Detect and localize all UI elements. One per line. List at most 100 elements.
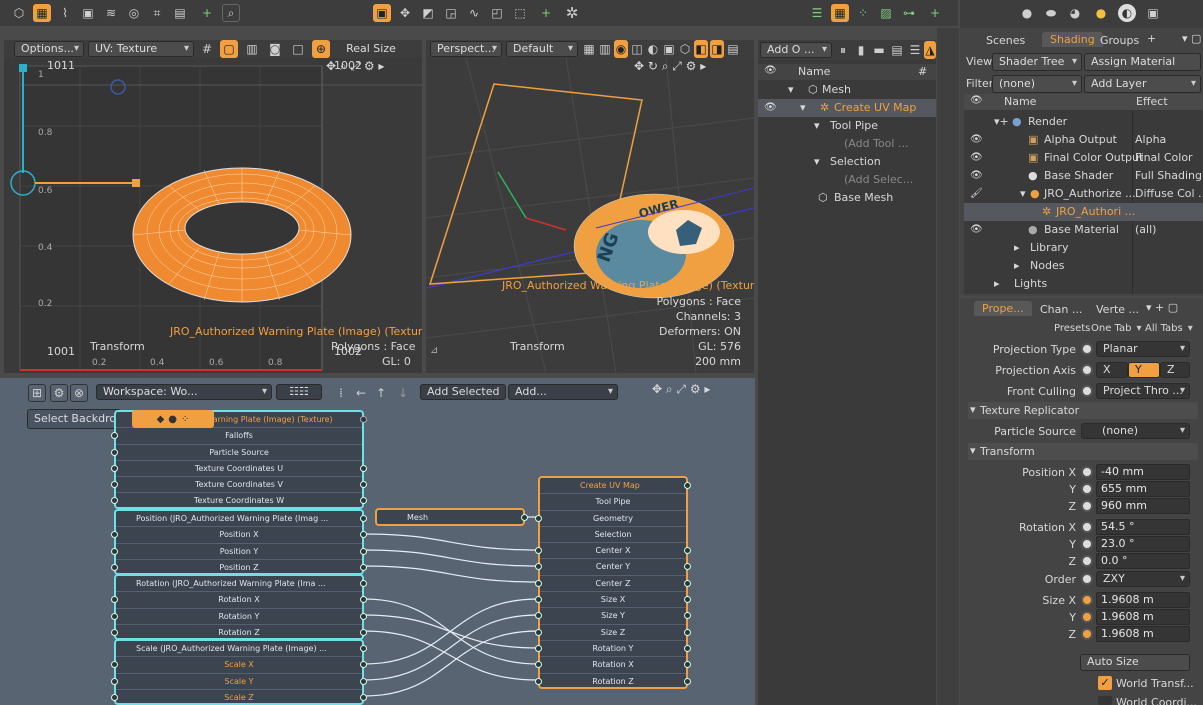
link-icon[interactable] bbox=[1081, 628, 1093, 640]
position-node[interactable]: Position (JRO_Authorized Warning Plate (… bbox=[111, 509, 367, 575]
drop-icon[interactable]: ◕ bbox=[1066, 4, 1084, 22]
cube-select-icon[interactable]: ▦ bbox=[33, 4, 51, 22]
dots-icon[interactable]: ⁘ bbox=[181, 414, 189, 425]
port[interactable] bbox=[535, 579, 542, 587]
image-icon[interactable]: ▨ bbox=[877, 4, 895, 22]
port[interactable] bbox=[111, 661, 118, 669]
list-item[interactable]: (Add Tool ... bbox=[758, 135, 936, 153]
frame-icon[interactable]: ◎ bbox=[125, 4, 143, 22]
uv-torus[interactable] bbox=[132, 167, 352, 303]
port[interactable] bbox=[535, 514, 542, 522]
camera-render-icon[interactable]: ▣ bbox=[1144, 4, 1162, 22]
bars-icon[interactable]: ▮ bbox=[854, 41, 868, 59]
port[interactable] bbox=[360, 628, 367, 636]
brush-icon[interactable]: 🖌 bbox=[970, 185, 983, 203]
grid-active-icon[interactable]: ▦ bbox=[831, 4, 849, 22]
magnify-icon[interactable]: ⌕ bbox=[222, 4, 240, 22]
port[interactable] bbox=[111, 547, 118, 555]
size-x-field[interactable]: 1.9608 m bbox=[1096, 592, 1190, 608]
view-dropdown[interactable]: Perspect... bbox=[430, 41, 502, 57]
link-icon[interactable] bbox=[1081, 500, 1093, 512]
filter-icon[interactable]: ◮ bbox=[924, 41, 936, 59]
port[interactable] bbox=[521, 514, 528, 521]
port[interactable] bbox=[684, 628, 691, 636]
port[interactable] bbox=[684, 579, 691, 587]
list-item[interactable]: ⬡ Base Mesh bbox=[758, 189, 936, 207]
link-icon[interactable] bbox=[1081, 538, 1093, 550]
port[interactable] bbox=[111, 596, 118, 604]
list-item[interactable]: 👁 ▾ ✲ Create UV Map bbox=[758, 99, 936, 117]
port[interactable] bbox=[684, 677, 691, 685]
port[interactable] bbox=[360, 563, 367, 571]
list-item[interactable]: ▾ ⬡ Mesh bbox=[758, 81, 936, 99]
render-icon[interactable]: ◐ bbox=[1118, 4, 1136, 22]
move-icon[interactable]: ✥ bbox=[396, 4, 414, 22]
panel-divider[interactable] bbox=[937, 28, 959, 705]
grid-icon[interactable]: # bbox=[198, 40, 216, 58]
create-uv-map-node[interactable]: Create UV Map Tool Pipe Geometry Selecti… bbox=[535, 476, 691, 689]
port[interactable] bbox=[111, 432, 118, 440]
visibility-icon[interactable]: 👁 bbox=[764, 99, 777, 117]
link-icon[interactable] bbox=[1081, 611, 1093, 623]
star-icon[interactable]: ✲ bbox=[563, 4, 581, 22]
shading-dropdown[interactable]: Default bbox=[506, 41, 578, 57]
tab-properties[interactable]: Prope... bbox=[974, 301, 1032, 316]
add-tab-icon[interactable]: + bbox=[1147, 32, 1156, 45]
port[interactable] bbox=[360, 645, 367, 652]
position-y-field[interactable]: 655 mm bbox=[1096, 481, 1190, 497]
circle-icon[interactable]: ● bbox=[168, 414, 177, 425]
viewport-nav-icons[interactable]: ✥ ↻ ⌕ ⤢ ⚙ ▸ bbox=[634, 59, 706, 74]
port[interactable] bbox=[535, 677, 542, 685]
sculpt-icon[interactable]: ◰ bbox=[488, 4, 506, 22]
tab-channels[interactable]: Chan ... bbox=[1040, 303, 1082, 316]
front-culling-dropdown[interactable]: Project Thro ... bbox=[1096, 383, 1190, 399]
world-coord-checkbox[interactable] bbox=[1098, 696, 1112, 705]
plus-icon[interactable]: + bbox=[537, 4, 555, 22]
cube-view-icon[interactable]: ⬡ bbox=[678, 40, 692, 58]
axis-x-button[interactable]: X bbox=[1096, 362, 1128, 378]
plus-icon[interactable]: + bbox=[926, 4, 944, 22]
scale-node[interactable]: Scale (JRO_Authorized Warning Plate (Ima… bbox=[111, 639, 367, 705]
axis-z-button[interactable]: Z bbox=[1160, 362, 1190, 378]
square-icon[interactable]: □ bbox=[289, 40, 307, 58]
plus-icon[interactable]: + bbox=[198, 4, 216, 22]
front-culling-radio[interactable] bbox=[1081, 385, 1093, 397]
port[interactable] bbox=[535, 563, 542, 571]
world-transform-checkbox[interactable]: ✓ bbox=[1098, 676, 1112, 690]
port[interactable] bbox=[535, 596, 542, 604]
port[interactable] bbox=[111, 497, 118, 505]
sun-icon[interactable]: ● bbox=[1092, 4, 1110, 22]
rotation-z-field[interactable]: 0.0 ° bbox=[1096, 553, 1190, 569]
table-icon[interactable]: ▤ bbox=[890, 41, 904, 59]
port[interactable] bbox=[360, 677, 367, 685]
list-icon[interactable]: ☰ bbox=[908, 41, 922, 59]
shader-row[interactable]: 👁 ▣ Alpha Output Alpha bbox=[964, 131, 1203, 149]
port[interactable] bbox=[111, 612, 118, 620]
bg-icon[interactable]: ◫ bbox=[630, 40, 644, 58]
texture-view-icon[interactable]: ◧ bbox=[694, 40, 708, 58]
node-mini-toolbar[interactable]: ◆ ● ⁘ bbox=[132, 410, 214, 428]
port[interactable] bbox=[535, 661, 542, 669]
all-tabs-dropdown[interactable]: All Tabs bbox=[1145, 323, 1197, 334]
shader-row[interactable]: 👁 ● Base Shader Full Shading bbox=[964, 167, 1203, 185]
panel-menu-icon[interactable]: ▾ + ▢ bbox=[1146, 301, 1178, 314]
shader-row[interactable]: 🖌 ▾ ● JRO_Authorize ... Diffuse Col ... bbox=[964, 185, 1203, 203]
visibility-icon[interactable]: 👁 bbox=[970, 221, 983, 239]
stripes-icon[interactable]: ▥ bbox=[243, 40, 261, 58]
visibility-icon[interactable]: 👁 bbox=[970, 167, 983, 185]
diamond-icon[interactable]: ◆ bbox=[157, 414, 165, 425]
projection-type-dropdown[interactable]: Planar bbox=[1096, 341, 1190, 357]
camera-icon[interactable]: ▣ bbox=[79, 4, 97, 22]
port[interactable] bbox=[360, 416, 367, 423]
cube-icon[interactable]: ⬡ bbox=[10, 4, 28, 22]
port[interactable] bbox=[360, 515, 367, 522]
perspective-viewport[interactable]: Perspect... Default ▦ ▥ ◉ ◫ ◐ ▣ ⬡ ◧ ◨ ▤ … bbox=[426, 40, 754, 373]
panel-menu-icon[interactable]: ▾ ▢ bbox=[1182, 32, 1201, 45]
link-icon[interactable] bbox=[1081, 555, 1093, 567]
size-y-field[interactable]: 1.9608 m bbox=[1096, 609, 1190, 625]
more-view-icon[interactable]: ▤ bbox=[726, 40, 740, 58]
uv-icon[interactable]: ◩ bbox=[419, 4, 437, 22]
shader-row[interactable]: 👁 ● Base Material (all) bbox=[964, 221, 1203, 239]
rotation-node[interactable]: Rotation (JRO_Authorized Warning Plate (… bbox=[111, 574, 367, 640]
scatter-icon[interactable]: ⁘ bbox=[854, 4, 872, 22]
